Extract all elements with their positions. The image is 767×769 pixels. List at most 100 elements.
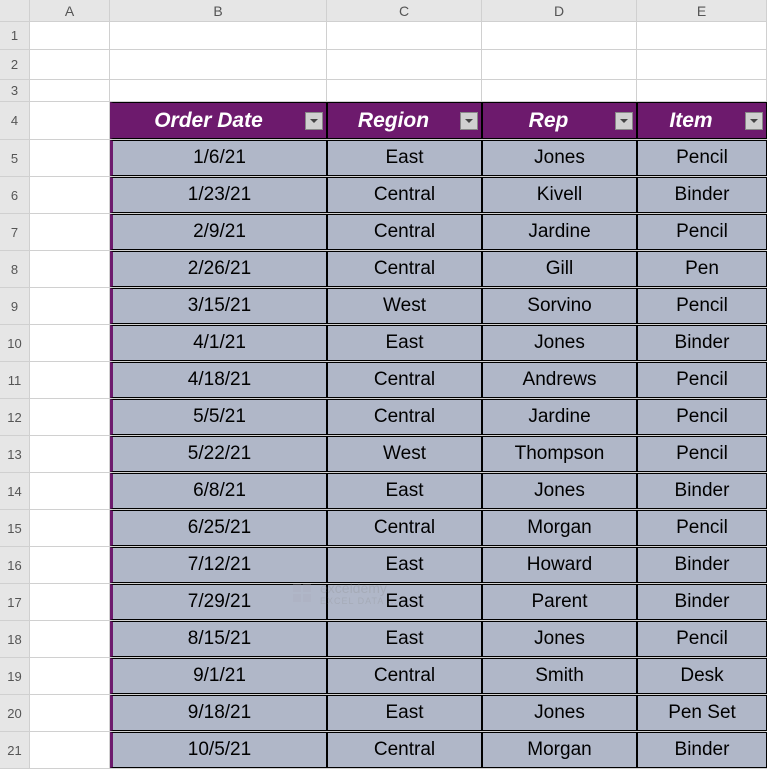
region-cell[interactable]: East — [327, 621, 482, 657]
row-header-15[interactable]: 15 — [0, 510, 30, 546]
rep-cell[interactable]: Morgan — [482, 510, 637, 546]
item-cell[interactable]: Binder — [637, 732, 767, 768]
order-date-cell[interactable]: 5/22/21 — [110, 436, 327, 472]
cell[interactable] — [482, 22, 637, 49]
cell[interactable] — [482, 50, 637, 79]
order-date-cell[interactable]: 6/8/21 — [110, 473, 327, 509]
row-header-8[interactable]: 8 — [0, 251, 30, 287]
item-cell[interactable]: Pen Set — [637, 695, 767, 731]
item-cell[interactable]: Pencil — [637, 214, 767, 250]
order-date-cell[interactable]: 8/15/21 — [110, 621, 327, 657]
cell[interactable] — [637, 22, 767, 49]
region-cell[interactable]: Central — [327, 399, 482, 435]
row-header-3[interactable]: 3 — [0, 80, 30, 101]
rep-cell[interactable]: Jones — [482, 325, 637, 361]
order-date-cell[interactable]: 9/18/21 — [110, 695, 327, 731]
order-date-cell[interactable]: 9/1/21 — [110, 658, 327, 694]
cell[interactable] — [30, 658, 110, 694]
cell[interactable] — [30, 362, 110, 398]
region-cell[interactable]: Central — [327, 732, 482, 768]
rep-cell[interactable]: Jardine — [482, 214, 637, 250]
row-header-20[interactable]: 20 — [0, 695, 30, 731]
region-cell[interactable]: East — [327, 695, 482, 731]
item-cell[interactable]: Pencil — [637, 362, 767, 398]
cell[interactable] — [637, 80, 767, 101]
item-cell[interactable]: Pencil — [637, 399, 767, 435]
cell[interactable] — [110, 22, 327, 49]
cell[interactable] — [30, 473, 110, 509]
cell[interactable] — [30, 22, 110, 49]
row-header-1[interactable]: 1 — [0, 22, 30, 49]
rep-cell[interactable]: Jones — [482, 621, 637, 657]
region-cell[interactable]: Central — [327, 510, 482, 546]
item-cell[interactable]: Pencil — [637, 288, 767, 324]
row-header-13[interactable]: 13 — [0, 436, 30, 472]
cell[interactable] — [30, 50, 110, 79]
select-all-corner[interactable] — [0, 0, 30, 21]
rep-cell[interactable]: Thompson — [482, 436, 637, 472]
item-cell[interactable]: Pencil — [637, 510, 767, 546]
item-cell[interactable]: Binder — [637, 177, 767, 213]
column-header-d[interactable]: D — [482, 0, 637, 21]
rep-cell[interactable]: Jones — [482, 695, 637, 731]
item-cell[interactable]: Pencil — [637, 436, 767, 472]
region-cell[interactable]: Central — [327, 658, 482, 694]
region-cell[interactable]: Central — [327, 251, 482, 287]
cell[interactable] — [30, 436, 110, 472]
cell[interactable] — [30, 547, 110, 583]
cell[interactable] — [110, 80, 327, 101]
cell[interactable] — [30, 732, 110, 768]
row-header-21[interactable]: 21 — [0, 732, 30, 768]
cell[interactable] — [482, 80, 637, 101]
item-cell[interactable]: Binder — [637, 584, 767, 620]
order-date-cell[interactable]: 10/5/21 — [110, 732, 327, 768]
row-header-11[interactable]: 11 — [0, 362, 30, 398]
region-cell[interactable]: West — [327, 436, 482, 472]
item-cell[interactable]: Binder — [637, 325, 767, 361]
order-date-cell[interactable]: 2/9/21 — [110, 214, 327, 250]
region-cell[interactable]: Central — [327, 214, 482, 250]
row-header-16[interactable]: 16 — [0, 547, 30, 583]
rep-cell[interactable]: Kivell — [482, 177, 637, 213]
order-date-cell[interactable]: 2/26/21 — [110, 251, 327, 287]
order-date-cell[interactable]: 3/15/21 — [110, 288, 327, 324]
rep-cell[interactable]: Howard — [482, 547, 637, 583]
cell[interactable] — [30, 140, 110, 176]
region-cell[interactable]: East — [327, 473, 482, 509]
order-date-cell[interactable]: 4/18/21 — [110, 362, 327, 398]
cell[interactable] — [30, 510, 110, 546]
row-header-10[interactable]: 10 — [0, 325, 30, 361]
region-cell[interactable]: East — [327, 325, 482, 361]
row-header-18[interactable]: 18 — [0, 621, 30, 657]
region-cell[interactable]: West — [327, 288, 482, 324]
rep-cell[interactable]: Sorvino — [482, 288, 637, 324]
table-header-order-date[interactable]: Order Date — [110, 102, 327, 139]
order-date-cell[interactable]: 1/6/21 — [110, 140, 327, 176]
region-cell[interactable]: Central — [327, 362, 482, 398]
rep-cell[interactable]: Gill — [482, 251, 637, 287]
cell[interactable] — [30, 584, 110, 620]
column-header-e[interactable]: E — [637, 0, 767, 21]
column-header-a[interactable]: A — [30, 0, 110, 21]
cell[interactable] — [637, 50, 767, 79]
item-cell[interactable]: Pencil — [637, 140, 767, 176]
filter-dropdown-icon[interactable] — [745, 112, 763, 130]
cell[interactable] — [327, 22, 482, 49]
cell[interactable] — [30, 102, 110, 139]
cell[interactable] — [30, 695, 110, 731]
region-cell[interactable]: East — [327, 140, 482, 176]
filter-dropdown-icon[interactable] — [460, 112, 478, 130]
cell[interactable] — [30, 325, 110, 361]
order-date-cell[interactable]: 4/1/21 — [110, 325, 327, 361]
row-header-2[interactable]: 2 — [0, 50, 30, 79]
table-header-rep[interactable]: Rep — [482, 102, 637, 139]
order-date-cell[interactable]: 6/25/21 — [110, 510, 327, 546]
filter-dropdown-icon[interactable] — [615, 112, 633, 130]
order-date-cell[interactable]: 5/5/21 — [110, 399, 327, 435]
cell[interactable] — [30, 288, 110, 324]
rep-cell[interactable]: Morgan — [482, 732, 637, 768]
cell[interactable] — [30, 80, 110, 101]
rep-cell[interactable]: Jardine — [482, 399, 637, 435]
rep-cell[interactable]: Andrews — [482, 362, 637, 398]
region-cell[interactable]: East — [327, 584, 482, 620]
